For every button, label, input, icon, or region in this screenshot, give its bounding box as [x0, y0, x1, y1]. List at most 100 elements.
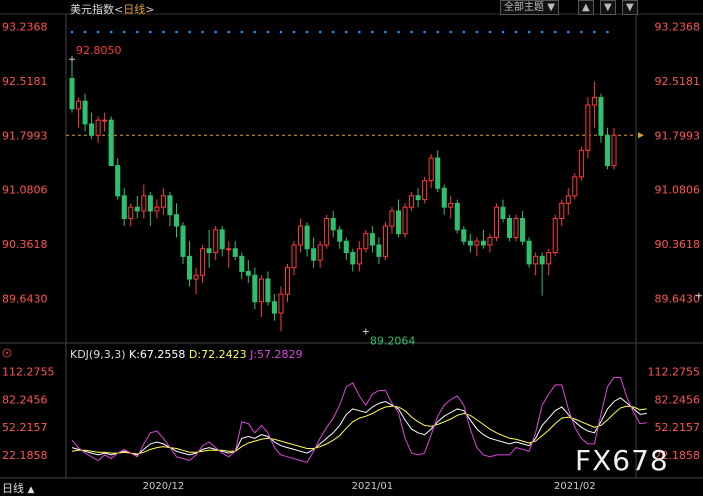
signal-dot — [580, 30, 583, 34]
kdj-header: KDJ(9,3,3) K:67.2558 D:72.2423 J:57.2829 — [70, 348, 303, 361]
candle-body — [330, 218, 336, 231]
signal-dot — [331, 30, 335, 34]
signal-dot — [83, 30, 87, 34]
arrow-down-icon: ▼ — [626, 2, 634, 13]
signal-dot — [384, 30, 387, 34]
candle-body — [180, 225, 186, 257]
candle-body — [173, 214, 180, 227]
candle-body — [441, 187, 447, 208]
signal-dot — [214, 30, 217, 34]
period-label[interactable]: 日线 — [123, 3, 145, 16]
signal-dot — [358, 30, 361, 34]
candle-body — [448, 202, 454, 208]
candle-body — [141, 195, 147, 212]
candle-body — [415, 195, 421, 201]
candle-body — [487, 236, 493, 246]
y-tick-left: 89.6430 — [2, 292, 48, 305]
candle-body — [356, 248, 362, 265]
signal-dot — [423, 30, 426, 34]
kdj-y-tick-left: 52.2157 — [2, 421, 48, 434]
candle-body — [95, 119, 101, 136]
candle-body — [395, 210, 402, 235]
signal-dot — [175, 30, 178, 34]
y-tick-left: 91.0806 — [2, 184, 48, 197]
candle-body — [128, 206, 134, 220]
kdj-k-value: K:67.2558 — [129, 348, 186, 361]
scroll-down-button[interactable]: ▼ — [600, 0, 616, 15]
candle-body — [219, 229, 225, 250]
candle-body — [546, 252, 552, 265]
candle-body — [167, 195, 173, 216]
nav-left-button[interactable]: < — [114, 3, 123, 16]
candle-body — [454, 202, 460, 231]
chevron-down-icon: ▼ — [547, 2, 555, 13]
candle-body — [232, 248, 238, 257]
footer-period[interactable]: 日线 ▲ — [2, 480, 34, 496]
candle-body — [89, 123, 95, 136]
y-tick-right: 91.0806 — [655, 184, 701, 197]
scroll-down-button-2[interactable]: ▼ — [622, 0, 638, 15]
chart-canvas: 93.2368 93.2368 92.5181 92.5181 91.7993 91.79… — [0, 13, 703, 492]
candle-body — [552, 218, 558, 254]
signal-dot — [488, 30, 492, 34]
candle-body — [533, 255, 539, 265]
signal-dot — [253, 30, 257, 34]
theme-select-button[interactable]: 全部主题 ▼ — [500, 0, 559, 15]
candle-body — [311, 248, 317, 261]
signal-dot — [188, 30, 191, 34]
candle-body — [369, 233, 375, 246]
signal-dot — [96, 30, 100, 34]
footer-period-label: 日线 — [2, 482, 24, 495]
candle-body — [493, 206, 499, 238]
signal-dot — [70, 30, 74, 34]
y-tick-left: 91.7993 — [2, 129, 48, 142]
nav-right-button[interactable]: > — [145, 3, 154, 16]
signal-dot — [527, 30, 531, 34]
y-tick-right: 89.6430 — [655, 292, 701, 305]
signal-dot — [410, 30, 413, 34]
candle-body — [409, 195, 415, 208]
kdj-line-d — [71, 405, 647, 455]
candle-body — [376, 244, 382, 257]
candle-body — [382, 225, 388, 257]
signal-dot — [240, 30, 244, 34]
candle-body — [520, 218, 526, 242]
candle-body — [115, 165, 121, 197]
x-tick-label: 2021/01 — [352, 481, 394, 492]
y-tick-left: 92.5181 — [2, 75, 48, 88]
candle-body — [428, 157, 434, 182]
signal-dot — [136, 30, 139, 34]
candle-body — [147, 195, 153, 212]
candle-body — [160, 195, 166, 208]
candle-body — [76, 100, 82, 110]
x-tick-label: 2021/02 — [554, 481, 596, 492]
candle-body — [134, 206, 140, 212]
signal-dot — [540, 30, 544, 34]
kdj-y-tick-right: 82.2456 — [655, 393, 701, 406]
candle-body — [565, 195, 571, 204]
kdj-y-tick-left: 22.1858 — [2, 449, 48, 462]
candle-body — [572, 176, 578, 197]
chart-title: 美元指数 — [70, 3, 114, 16]
signal-dot — [109, 30, 113, 34]
candle-body — [500, 206, 506, 220]
candle-body — [539, 255, 545, 265]
candle-body — [402, 206, 408, 235]
candle-body — [337, 229, 343, 242]
kdj-y-tick-left: 112.2755 — [2, 366, 55, 379]
candle-body — [480, 240, 486, 246]
signal-dot — [227, 30, 231, 34]
signal-dot — [566, 30, 570, 34]
kdj-d-value: D:72.2423 — [188, 348, 247, 361]
signal-dot — [122, 30, 126, 34]
candle-body — [239, 255, 245, 272]
theme-select-label: 全部主题 — [504, 2, 544, 13]
candle-body — [298, 225, 304, 246]
kdj-j-value: J:57.2829 — [250, 348, 303, 361]
signal-dot — [593, 30, 596, 34]
candle-body — [245, 270, 251, 276]
extreme-label: 92.8050 — [76, 44, 122, 57]
y-tick-right: 90.3618 — [655, 238, 701, 251]
scroll-up-button[interactable]: ▲ — [578, 0, 594, 15]
signal-dot — [162, 30, 165, 34]
